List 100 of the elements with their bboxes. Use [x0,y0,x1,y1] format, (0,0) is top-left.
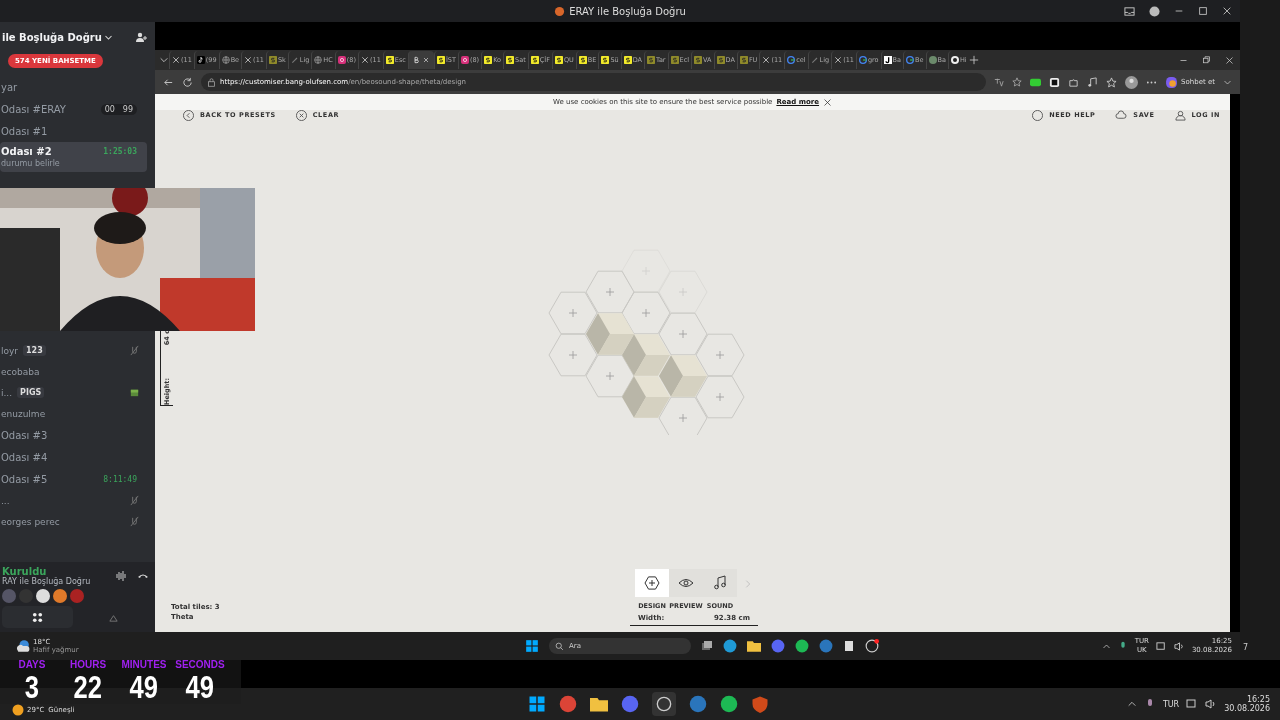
copilot-icon [1165,75,1179,89]
pen-icon [810,56,819,64]
game-app-icon[interactable] [819,639,833,653]
g-logo-icon [787,56,796,64]
muted-icon [129,345,140,356]
member-name[interactable]: loyr [1,345,19,356]
task-view-icon[interactable] [701,640,713,652]
browser-icon[interactable] [723,639,737,653]
chat-app-icon[interactable] [771,639,785,653]
g-logo-icon [858,56,867,64]
channel-item[interactable]: Odası #3 [0,424,147,446]
activities-button[interactable] [2,606,73,628]
member-name[interactable]: enuzulme [1,408,46,419]
channel-timer: 1:25:03 [103,147,137,156]
cloud-icon [1115,109,1128,121]
countdown-label: HOURS [69,660,107,670]
chevron-down-icon[interactable] [159,55,169,65]
j-logo-icon [883,56,892,64]
translate-icon[interactable] [994,77,1005,87]
user-icon [1174,109,1186,121]
music-app-icon[interactable] [795,639,809,653]
member-tag: 123 [23,345,46,356]
avatar-icon [928,56,937,64]
extension-badge-icon[interactable] [1030,76,1042,88]
square-logo-icon [530,56,539,64]
channel-item[interactable]: Odası #5 8:11:49 [0,468,147,490]
channel-item[interactable]: Odası #2 1:25:03 durumu belirle [0,142,147,172]
countdown-value: 22 [73,670,103,704]
user-count: 00 99 [100,103,137,115]
browser-tab[interactable] [407,51,434,69]
channel-item[interactable]: Odası #ERAY 00 99 [0,98,147,120]
reload-icon[interactable] [182,76,193,88]
window-title: ERAY ile Boşluğa Doğru [569,5,686,17]
member-tag: PIGS [17,387,45,398]
add-member-icon[interactable] [135,31,147,43]
avatar[interactable] [53,589,67,603]
member-name[interactable]: eorges perec [1,516,60,527]
avatar[interactable] [36,589,50,603]
music-app-icon[interactable] [720,695,738,713]
folder-icon[interactable] [590,695,608,713]
grid-icon [31,611,43,623]
close-icon[interactable] [1222,6,1232,16]
folder-icon[interactable] [747,639,761,653]
square-logo-icon [268,56,277,64]
new-tab-icon[interactable] [968,55,979,65]
clear-circle-icon [295,109,307,121]
close-icon [421,56,430,64]
start-icon[interactable] [528,695,546,713]
channel-timer: 8:11:49 [103,474,137,484]
extension-icon[interactable] [1049,76,1061,88]
language-indicator[interactable]: TUR [1162,699,1180,709]
record-app-icon[interactable] [865,639,879,653]
close-icon[interactable] [1225,55,1234,65]
search-icon [555,641,564,651]
square-logo-icon [623,56,632,64]
square-logo-icon [647,56,655,64]
shield-icon[interactable] [751,695,769,713]
member-name[interactable]: i... [1,387,13,398]
restore-icon[interactable] [1202,55,1211,65]
launcher-icon[interactable] [843,640,855,652]
chat-app-icon[interactable] [621,695,639,713]
inbox-icon[interactable] [1124,5,1135,17]
volume-icon[interactable] [1205,698,1218,710]
puzzle-icon[interactable] [1068,76,1080,88]
hex-tiles-drawing[interactable] [548,249,744,435]
x-logo-icon [244,56,253,64]
chevron-up-icon[interactable] [1126,699,1137,709]
chrome-icon[interactable] [559,695,577,713]
network-icon[interactable] [1186,698,1199,710]
square-logo-icon [554,56,563,64]
star-icon[interactable] [1012,77,1023,87]
network-icon[interactable] [1155,640,1167,652]
clock[interactable]: 16:25 30.08.2026 [1224,695,1270,713]
bo-logo-icon [412,56,421,64]
cut-text: 7 [1243,643,1249,652]
start-icon[interactable] [525,639,539,653]
channel-item[interactable]: Odası #1 [0,120,147,142]
favorites-icon[interactable] [1106,76,1118,88]
server-name[interactable]: ile Boşluğa Doğru [2,31,113,43]
member-name[interactable]: ... [1,495,10,506]
square-logo-icon [670,56,679,64]
square-logo-icon [601,56,610,64]
square-logo-icon [436,56,445,64]
close-icon[interactable] [823,97,833,107]
x-logo-icon [172,56,180,64]
music-note-icon [712,575,728,591]
maximize-icon[interactable] [1198,6,1208,16]
channel-item[interactable]: Odası #4 [0,446,147,468]
music-icon[interactable] [1087,76,1099,88]
channel-item[interactable]: yar [0,76,147,98]
hexagon-plus-icon [644,575,660,591]
g-logo-icon [906,56,915,64]
volume-icon[interactable] [1173,640,1185,652]
record-app-icon[interactable] [656,696,672,712]
countdown-label: DAYS [18,660,46,670]
profile-icon[interactable] [1125,75,1139,89]
square-logo-icon [506,56,515,64]
member-name[interactable]: ecobaba [1,366,40,377]
game-app-icon[interactable] [689,695,707,713]
countdown-label: SECONDS [175,660,225,670]
